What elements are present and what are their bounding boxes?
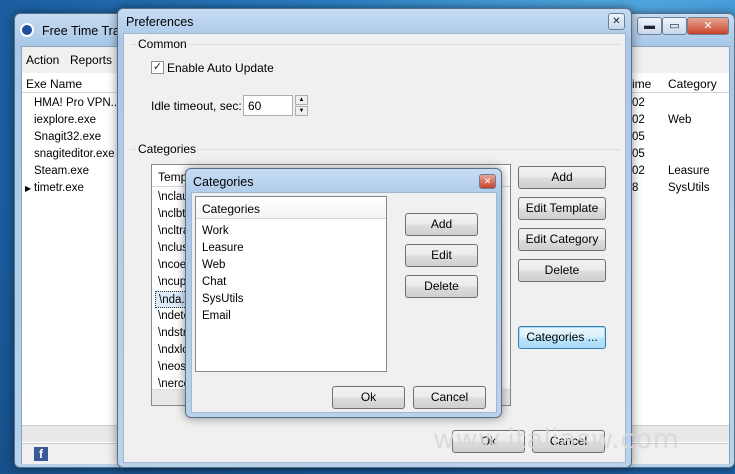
auto-update-label[interactable]: Enable Auto Update <box>167 61 274 75</box>
row-pointer-icon: ▶ <box>25 184 32 193</box>
watermark: www.italiasw.com <box>433 424 680 455</box>
categories-group-label: Categories <box>136 142 199 156</box>
categories-client: Categories Work Leasure Web Chat SysUtil… <box>191 192 497 413</box>
categories-title: Categories <box>193 175 254 189</box>
template-item[interactable]: \neos <box>158 359 186 376</box>
minimize-button[interactable]: ▬ <box>637 17 662 35</box>
category-list: Categories Work Leasure Web Chat SysUtil… <box>195 196 387 372</box>
categories-dialog: Categories ✕ Categories Work Leasure Web… <box>185 168 502 418</box>
col-category[interactable]: Category <box>668 77 717 91</box>
facebook-icon[interactable]: f <box>34 447 48 461</box>
category-item[interactable]: Work <box>202 223 229 240</box>
idle-timeout-label: Idle timeout, sec: <box>151 99 242 113</box>
menu-reports[interactable]: Reports <box>70 53 112 67</box>
idle-timeout-input[interactable]: 60 <box>243 95 293 116</box>
template-item[interactable]: \nclus <box>158 240 188 257</box>
delete-template-button[interactable]: Delete <box>518 259 606 282</box>
col-categories[interactable]: Categories <box>202 202 260 216</box>
col-time[interactable]: ime <box>632 77 651 91</box>
category-delete-button[interactable]: Delete <box>405 275 478 298</box>
category-item[interactable]: SysUtils <box>202 291 244 308</box>
category-add-button[interactable]: Add <box>405 213 478 236</box>
category-edit-button[interactable]: Edit <box>405 244 478 267</box>
edit-template-button[interactable]: Edit Template <box>518 197 606 220</box>
idle-spin-down-icon[interactable]: ▼ <box>295 106 308 116</box>
add-template-button[interactable]: Add <box>518 166 606 189</box>
category-list-header: Categories <box>196 197 386 219</box>
categories-group-line <box>130 149 620 150</box>
template-item[interactable]: \ncup <box>158 274 186 291</box>
idle-spin-up-icon[interactable]: ▲ <box>295 95 308 105</box>
common-group-label: Common <box>136 37 189 51</box>
categories-button[interactable]: Categories ... <box>518 326 606 349</box>
category-item[interactable]: Web <box>202 257 225 274</box>
common-group-line <box>130 44 620 45</box>
auto-update-checkbox[interactable]: ✓ <box>151 61 164 74</box>
category-item[interactable]: Chat <box>202 274 226 291</box>
category-item[interactable]: Leasure <box>202 240 244 257</box>
app-icon <box>20 23 34 37</box>
menu-action[interactable]: Action <box>26 53 59 67</box>
prefs-title: Preferences <box>126 15 194 29</box>
category-ok-button[interactable]: Ok <box>332 386 405 409</box>
category-cancel-button[interactable]: Cancel <box>413 386 486 409</box>
main-title: Free Time Trac <box>42 24 127 38</box>
template-item[interactable]: \ndstr <box>158 325 187 342</box>
categories-close-button[interactable]: ✕ <box>479 174 496 189</box>
template-item[interactable]: \ncoe <box>158 257 186 274</box>
prefs-close-button[interactable]: ✕ <box>608 13 625 30</box>
edit-category-button[interactable]: Edit Category <box>518 228 606 251</box>
col-exe-name[interactable]: Exe Name <box>26 77 82 91</box>
category-item[interactable]: Email <box>202 308 231 325</box>
template-item[interactable]: \nclbt <box>158 206 186 223</box>
close-button[interactable]: ✕ <box>687 17 729 35</box>
maximize-button[interactable]: ▭ <box>662 17 687 35</box>
